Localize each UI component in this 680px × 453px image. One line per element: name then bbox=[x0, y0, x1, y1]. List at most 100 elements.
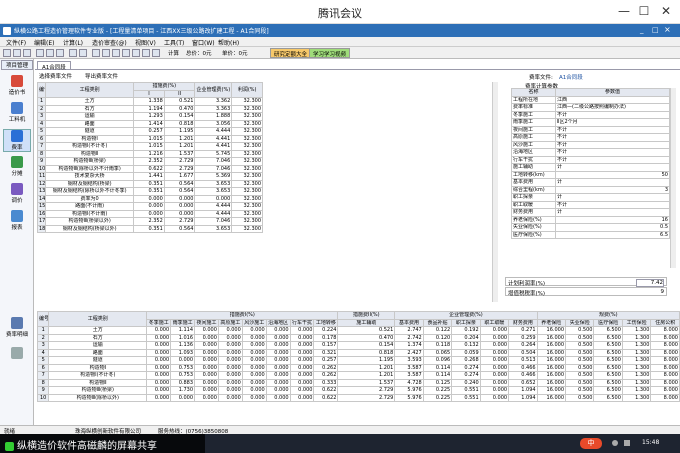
param-value[interactable]: 不计 bbox=[555, 125, 670, 134]
category-cell[interactable]: 构造物Ⅰ(不计冬) bbox=[45, 142, 135, 151]
sidebar-item-material[interactable]: 工料机 bbox=[3, 102, 31, 123]
value-cell[interactable]: 32.300 bbox=[231, 134, 263, 143]
value-cell[interactable]: 1.201 bbox=[337, 363, 396, 372]
value-cell[interactable]: 0.000 bbox=[194, 194, 233, 203]
detail-row[interactable]: 4 路面 0.000 1.093 0.000 0.000 0.000 0.000 0.000 0.… bbox=[36, 348, 680, 357]
value-cell[interactable]: 16.000 bbox=[536, 356, 567, 365]
param-value[interactable]: 不计 bbox=[555, 133, 670, 142]
value-cell[interactable]: 0.551 bbox=[451, 393, 481, 402]
param-value[interactable]: 江西 bbox=[555, 95, 670, 104]
sidebar-item-allocate[interactable]: 分摊 bbox=[3, 156, 31, 177]
filter-icon[interactable] bbox=[102, 49, 110, 57]
category-cell[interactable]: 构造物Ⅱ bbox=[45, 149, 135, 158]
value-cell[interactable]: 0.000 bbox=[170, 393, 196, 402]
value-cell[interactable]: 4.728 bbox=[394, 378, 424, 387]
value-cell[interactable]: 1.414 bbox=[133, 119, 165, 128]
value-cell[interactable]: 0.818 bbox=[163, 119, 196, 128]
table-row[interactable]: 7 构造物Ⅰ(不计冬) 1.015 1.201 4.441 32.300 bbox=[36, 142, 263, 151]
value-cell[interactable]: 8.000 bbox=[650, 333, 680, 342]
value-cell[interactable]: 0.000 bbox=[217, 363, 243, 372]
value-cell[interactable]: 0.225 bbox=[422, 386, 453, 395]
value-cell[interactable]: 32.300 bbox=[231, 179, 263, 188]
value-cell[interactable]: 0.500 bbox=[565, 371, 595, 380]
value-cell[interactable]: 0.000 bbox=[146, 378, 172, 387]
value-cell[interactable]: 2.729 bbox=[337, 393, 396, 402]
value-cell[interactable]: 0.257 bbox=[133, 127, 165, 136]
value-cell[interactable]: 0.622 bbox=[313, 393, 339, 402]
value-cell[interactable]: 32.300 bbox=[231, 149, 263, 158]
paste-icon[interactable] bbox=[56, 49, 64, 57]
keyboard-icon[interactable] bbox=[624, 440, 630, 446]
value-cell[interactable]: 3.653 bbox=[194, 224, 233, 233]
menu-help[interactable]: 帮助(H) bbox=[218, 38, 239, 47]
value-cell[interactable]: 0.000 bbox=[146, 371, 172, 380]
table-row[interactable]: 18 钢材及钢结构(桥梁以外) 0.351 0.564 3.653 32.300 bbox=[36, 224, 263, 233]
undo-icon[interactable] bbox=[69, 49, 77, 57]
value-cell[interactable]: 16.000 bbox=[536, 363, 567, 372]
menu-view[interactable]: 视图(V) bbox=[135, 38, 156, 47]
value-cell[interactable]: 0.257 bbox=[313, 356, 339, 365]
detail-row[interactable]: 3 运输 0.000 1.136 0.000 0.000 0.000 0.000 0.000 0.… bbox=[36, 341, 680, 350]
ime-indicator[interactable]: 中 bbox=[580, 438, 602, 449]
value-cell[interactable]: 2.352 bbox=[133, 217, 165, 226]
category-cell[interactable]: 运输 bbox=[48, 341, 148, 350]
value-cell[interactable]: 32.300 bbox=[231, 202, 263, 211]
category-cell[interactable]: 构造物Ⅲ(除桥以外不计雨季) bbox=[45, 164, 135, 173]
detail-row[interactable]: 1 土方 0.000 1.114 0.000 0.000 0.000 0.000 0.000 0.… bbox=[36, 326, 680, 335]
study-video-button[interactable]: 学习学习视频 bbox=[309, 48, 351, 58]
table-row[interactable]: 14 费率为0 0.000 0.000 0.000 32.300 bbox=[36, 194, 263, 203]
value-cell[interactable]: 0.000 bbox=[146, 333, 172, 342]
value-cell[interactable]: 2.729 bbox=[337, 386, 396, 395]
value-cell[interactable]: 0.000 bbox=[265, 363, 291, 372]
value-cell[interactable]: 0.000 bbox=[133, 202, 165, 211]
value-cell[interactable]: 0.000 bbox=[241, 386, 267, 395]
value-cell[interactable]: 32.300 bbox=[231, 157, 263, 166]
value-cell[interactable]: 1.300 bbox=[621, 356, 652, 365]
value-cell[interactable]: 1.374 bbox=[394, 341, 424, 350]
value-cell[interactable]: 16.000 bbox=[536, 386, 567, 395]
value-cell[interactable]: 0.000 bbox=[289, 341, 315, 350]
param-row[interactable]: 综合里程(km) 3 bbox=[511, 185, 670, 194]
sidebar-item-report[interactable]: 报表 bbox=[3, 210, 31, 231]
value-cell[interactable]: 0.065 bbox=[422, 348, 453, 357]
value-cell[interactable]: 0.000 bbox=[289, 356, 315, 365]
value-cell[interactable]: 0.000 bbox=[265, 348, 291, 357]
value-cell[interactable]: 1.094 bbox=[508, 386, 538, 395]
category-cell[interactable]: 隧道 bbox=[45, 127, 135, 136]
menu-edit[interactable]: 编辑(E) bbox=[34, 38, 54, 47]
menu-tools[interactable]: 工具(T) bbox=[164, 38, 184, 47]
value-cell[interactable]: 0.000 bbox=[479, 371, 510, 380]
value-cell[interactable]: 0.274 bbox=[451, 371, 481, 380]
value-cell[interactable]: 0.000 bbox=[146, 348, 172, 357]
category-cell[interactable]: 构造物Ⅰ(不计冬) bbox=[48, 371, 148, 380]
value-cell[interactable]: 0.000 bbox=[217, 393, 243, 402]
value-cell[interactable]: 8.000 bbox=[650, 386, 680, 395]
value-cell[interactable]: 0.000 bbox=[194, 378, 219, 387]
value-cell[interactable]: 16.000 bbox=[536, 378, 567, 387]
value-cell[interactable]: 5.745 bbox=[194, 149, 233, 158]
value-cell[interactable]: 1.016 bbox=[170, 333, 196, 342]
value-cell[interactable]: 8.000 bbox=[650, 348, 680, 357]
value-cell[interactable]: 1.201 bbox=[337, 371, 396, 380]
param-value[interactable]: 计 bbox=[555, 208, 670, 217]
value-cell[interactable]: 0.000 bbox=[289, 348, 315, 357]
value-cell[interactable]: 3.653 bbox=[194, 187, 233, 196]
value-cell[interactable]: 0.000 bbox=[289, 333, 315, 342]
value-cell[interactable]: 4.441 bbox=[194, 134, 233, 143]
value-cell[interactable]: 0.259 bbox=[508, 333, 538, 342]
value-cell[interactable]: 0.000 bbox=[241, 348, 267, 357]
value-cell[interactable]: 5.976 bbox=[394, 393, 424, 402]
find-icon[interactable] bbox=[92, 49, 100, 57]
value-cell[interactable]: 0.224 bbox=[313, 326, 339, 335]
value-cell[interactable]: 2.729 bbox=[163, 157, 196, 166]
value-cell[interactable]: 0.351 bbox=[133, 224, 165, 233]
value-cell[interactable]: 0.818 bbox=[337, 348, 396, 357]
value-cell[interactable]: 0.622 bbox=[313, 386, 339, 395]
value-cell[interactable]: 6.500 bbox=[593, 333, 623, 342]
value-cell[interactable]: 0.551 bbox=[451, 386, 481, 395]
param-row[interactable]: 职工探亲计 bbox=[511, 193, 670, 202]
value-cell[interactable]: 1.195 bbox=[163, 127, 196, 136]
tax-value[interactable]: 9 bbox=[636, 289, 665, 295]
value-cell[interactable]: 1.677 bbox=[163, 172, 196, 181]
mic-icon[interactable] bbox=[612, 440, 618, 446]
